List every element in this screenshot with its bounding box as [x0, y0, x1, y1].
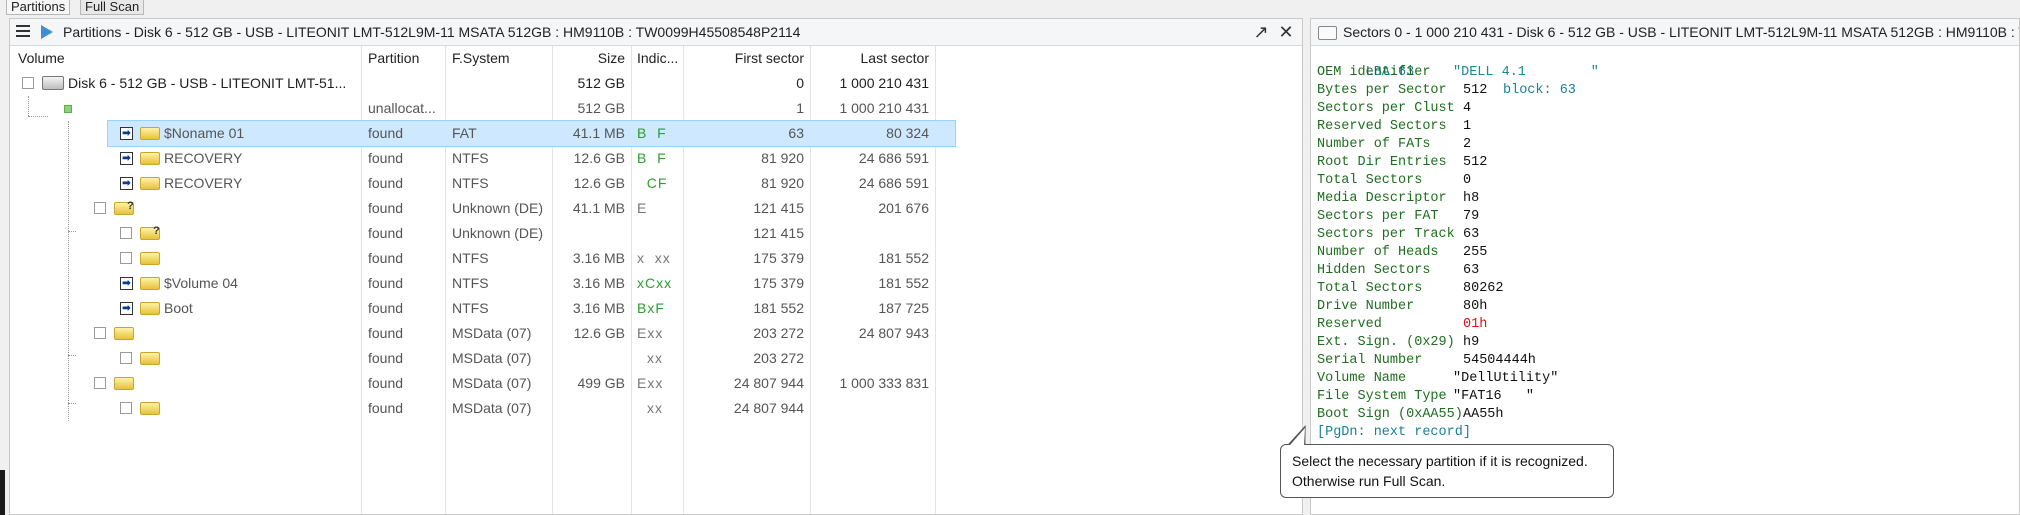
tooltip-line-2: Otherwise run Full Scan.: [1292, 473, 1446, 489]
partitions-titlebar: Partitions - Disk 6 - 512 GB - USB - LIT…: [10, 19, 1302, 46]
sectors-panel: Sectors 0 - 1 000 210 431 - Disk 6 - 512…: [1310, 18, 2020, 515]
row-checkbox[interactable]: [94, 202, 106, 214]
table-row[interactable]: found MSData (07) 499 GB Exx 24 807 944 …: [10, 371, 955, 396]
folder-icon: [140, 302, 160, 315]
partitions-table: Volume Partition F.System Size Indic... …: [10, 46, 1302, 514]
table-row[interactable]: ➡ Boot found NTFS 3.16 MB BxF 181 552 18…: [10, 296, 955, 321]
folder-icon: [140, 177, 160, 190]
partitions-title: Partitions - Disk 6 - 512 GB - USB - LIT…: [63, 24, 801, 40]
table-row[interactable]: ➡ RECOVERY found NTFS 12.6 GB CF 81 920 …: [10, 171, 955, 196]
tab-strip: Partitions Full Scan: [0, 0, 2020, 18]
play-icon[interactable]: [41, 25, 53, 39]
table-row[interactable]: ➡ RECOVERY found NTFS 12.6 GB B F 81 920…: [10, 146, 955, 171]
close-icon[interactable]: ✕: [1275, 21, 1297, 43]
col-first-sector[interactable]: First sector: [683, 46, 804, 71]
tab-partitions[interactable]: Partitions: [6, 0, 71, 15]
col-indicators[interactable]: Indic...: [637, 46, 678, 71]
table-row[interactable]: Disk 6 - 512 GB - USB - LITEONIT LMT-51.…: [10, 71, 955, 96]
folder-icon: [140, 402, 160, 415]
folder-icon: [140, 352, 160, 365]
menu-icon[interactable]: [16, 25, 30, 39]
hint-tooltip: Select the necessary partition if it is …: [1280, 444, 1614, 498]
table-row[interactable]: ➡ $Volume 04 found NTFS 3.16 MB xCxx 175…: [10, 271, 955, 296]
table-row[interactable]: found NTFS 3.16 MB x xx 175 379 181 552: [10, 246, 955, 271]
tab-full-scan[interactable]: Full Scan: [80, 0, 145, 15]
folder-icon: [140, 277, 160, 290]
col-size[interactable]: Size: [552, 46, 625, 71]
disk-icon: [42, 76, 64, 90]
sectors-icon: [1318, 26, 1337, 40]
partitions-panel: Partitions - Disk 6 - 512 GB - USB - LIT…: [9, 18, 1303, 515]
row-checkbox[interactable]: [120, 227, 132, 239]
row-checkbox[interactable]: [94, 377, 106, 389]
row-checkbox[interactable]: [22, 77, 34, 89]
col-fsystem[interactable]: F.System: [452, 46, 510, 71]
table-row[interactable]: found MSData (07) xx 24 807 944: [10, 396, 955, 421]
expand-arrow-icon[interactable]: ➡: [120, 277, 133, 290]
tooltip-line-1: Select the necessary partition if it is …: [1292, 453, 1588, 469]
col-volume[interactable]: Volume: [18, 46, 65, 71]
unknown-folder-icon: [140, 225, 160, 240]
table-row-selected[interactable]: ➡ $Noname 01 found FAT 41.1 MB B F 63 80…: [107, 120, 956, 147]
table-row[interactable]: unallocat... 512 GB 1 1 000 210 431: [10, 96, 955, 121]
block-label: block: 63: [1503, 83, 1576, 98]
row-checkbox[interactable]: [120, 252, 132, 264]
sectors-titlebar: Sectors 0 - 1 000 210 431 - Disk 6 - 512…: [1311, 19, 2019, 46]
col-last-sector[interactable]: Last sector: [810, 46, 929, 71]
folder-icon: [140, 127, 160, 140]
unknown-folder-icon: [114, 200, 134, 215]
expand-arrow-icon[interactable]: ➡: [120, 302, 133, 315]
folder-icon: [114, 327, 134, 340]
next-record-hint[interactable]: [PgDn: next record]: [1317, 425, 1471, 440]
folder-icon: [114, 377, 134, 390]
row-checkbox[interactable]: [94, 327, 106, 339]
unallocated-icon: [64, 105, 72, 113]
table-row[interactable]: found Unknown (DE) 121 415: [10, 221, 955, 246]
table-row[interactable]: found MSData (07) 12.6 GB Exx 203 272 24…: [10, 321, 955, 346]
table-row[interactable]: found MSData (07) xx 203 272: [10, 346, 955, 371]
folder-icon: [140, 252, 160, 265]
window-edge: [0, 470, 5, 515]
undock-icon[interactable]: ↗: [1250, 21, 1272, 43]
sectors-title: Sectors 0 - 1 000 210 431 - Disk 6 - 512…: [1343, 24, 2019, 40]
table-row[interactable]: found Unknown (DE) 41.1 MB E 121 415 201…: [10, 196, 955, 221]
expand-arrow-icon[interactable]: ➡: [120, 152, 133, 165]
expand-arrow-icon[interactable]: ➡: [120, 127, 133, 140]
expand-arrow-icon[interactable]: ➡: [120, 177, 133, 190]
folder-icon: [140, 152, 160, 165]
col-partition[interactable]: Partition: [368, 46, 419, 71]
row-checkbox[interactable]: [120, 402, 132, 414]
row-checkbox[interactable]: [120, 352, 132, 364]
